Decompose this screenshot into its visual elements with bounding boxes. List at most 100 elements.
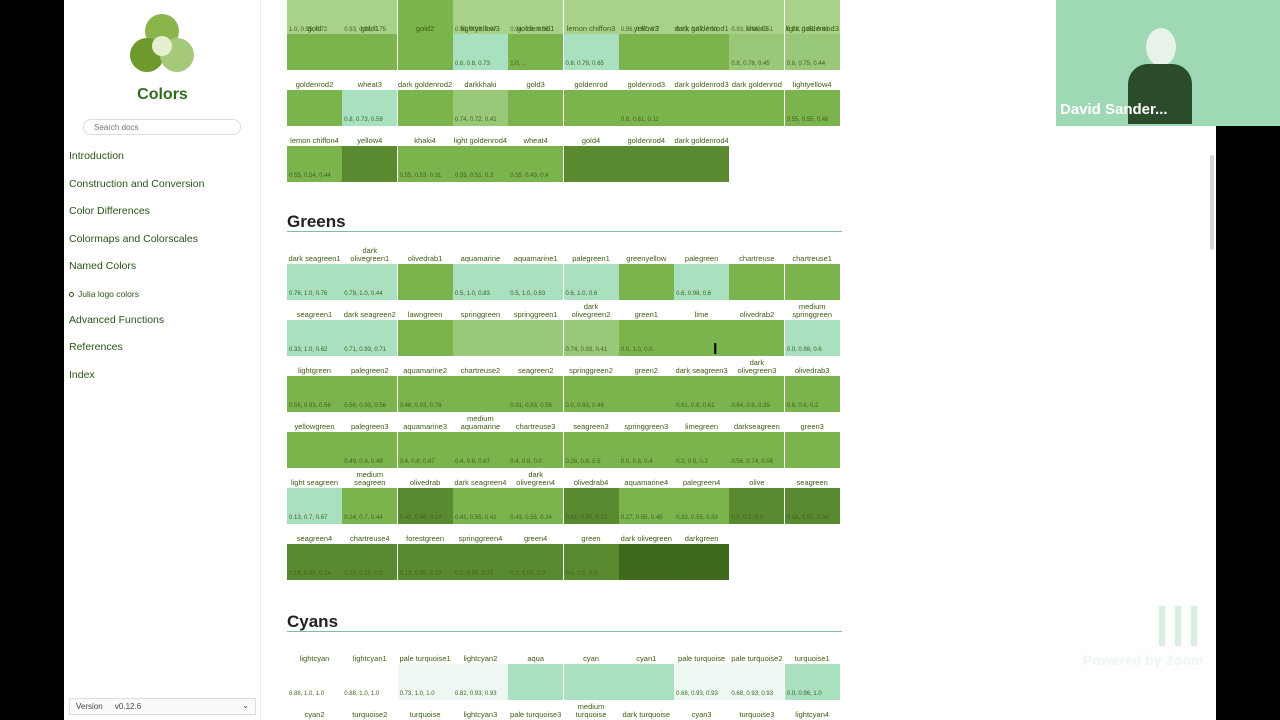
swatch-name: goldenrod1: [516, 23, 555, 33]
swatch-name: dark olivegreen: [620, 533, 672, 543]
sidebar-item-label: Introduction: [69, 150, 124, 162]
swatch-color-box: [397, 34, 453, 70]
color-swatch: pale turquoise1 0.73, 1.0, 1.0: [397, 646, 453, 700]
sidebar-item-label: Named Colors: [69, 260, 137, 272]
swatch-color-box: 0.0, 0.55, 0.27: [452, 544, 508, 580]
swatch-name: seagreen3: [573, 421, 609, 431]
page-scrollbar[interactable]: [1210, 155, 1214, 250]
swatch-name: palegreen: [684, 253, 719, 263]
swatch-name: seagreen4: [296, 533, 333, 543]
swatch-name: gold1: [360, 23, 379, 33]
swatch-name: dark seagreen4: [454, 477, 507, 487]
sidebar-item-5[interactable]: Julia logo colors: [64, 281, 261, 307]
color-swatch: goldenrod1 1.0, ...: [508, 16, 564, 70]
swatch-rgb-value: 0.0, 0.96, 1.0: [786, 691, 822, 697]
color-swatch: springgreen1: [508, 302, 564, 356]
swatch-name: pale turquoise2: [731, 653, 783, 663]
swatch-rgb-value: 0.27, 0.55, 0.45: [620, 515, 663, 521]
text-cursor-icon: I: [713, 341, 718, 358]
swatch-color-box: 0.46, 0.93, 0.78: [397, 376, 453, 412]
swatch-color-box: [729, 320, 785, 356]
swatch-rgb-value: 0.56, 0.93, 0.56: [344, 403, 386, 409]
swatch-name: lightcyan3: [463, 709, 498, 719]
swatch-name: aquamarine2: [403, 365, 447, 375]
color-swatch: lightcyan 0.88, 1.0, 1.0: [287, 646, 342, 700]
version-selector[interactable]: Version v0.12.6 ⌄: [69, 698, 256, 715]
swatch-rgb-value: 0.31, 0.93, 0.58: [510, 403, 552, 409]
color-swatch: dark olivegreen1 0.79, 1.0, 0.44: [342, 246, 398, 300]
swatch-name: khaki4: [414, 135, 436, 145]
swatch-color-box: 0.8, 0.79, 0.65: [563, 34, 619, 70]
sidebar-item-3[interactable]: Colormaps and Colorscales: [64, 226, 261, 254]
sidebar-item-6[interactable]: Advanced Functions: [64, 307, 261, 335]
swatch-name: seagreen2: [517, 365, 554, 375]
swatch-rgb-value: 0.0, 1.0, 0.0: [620, 347, 653, 353]
color-swatch: dark goldenrod: [729, 72, 785, 126]
swatch-name: lightyellow3: [461, 23, 500, 33]
swatch-name: light goldenrod3: [785, 23, 839, 33]
swatch-color-box: 0.74, 0.93, 0.41: [563, 320, 619, 356]
sidebar-item-label: References: [69, 341, 123, 353]
swatch-color-box: 0.55, 0.55, 0.48: [784, 90, 840, 126]
color-swatch: palegreen2 0.56, 0.93, 0.56: [342, 358, 398, 412]
colors-logo-icon[interactable]: [130, 14, 194, 76]
swatch-rgb-value: 0.88, 1.0, 1.0: [344, 691, 380, 697]
swatch-color-box: [342, 34, 398, 70]
swatch-name: light goldenrod4: [453, 135, 508, 145]
color-swatch: chartreuse2: [452, 358, 508, 412]
color-swatch: gold1: [342, 16, 398, 70]
swatch-rgb-value: 0.5, 0.5, 0.0: [731, 515, 764, 521]
swatch-color-box: 0.42, 0.56, 0.14: [397, 488, 453, 524]
swatch-color-box: [674, 34, 730, 70]
sidebar-item-4[interactable]: Named Colors: [64, 253, 261, 281]
sidebar-item-1[interactable]: Construction and Conversion: [64, 171, 261, 199]
color-swatch: lime: [674, 302, 730, 356]
color-swatch: springgreen3 0.0, 0.8, 0.4: [618, 414, 674, 468]
site-title[interactable]: Colors: [64, 86, 261, 104]
swatch-color-box: 0.82, 0.93, 0.93: [452, 664, 508, 700]
color-swatch: lemon chiffon4 0.55, 0.54, 0.44: [287, 128, 342, 182]
color-swatch: medium turquoise: [564, 702, 619, 720]
swatch-rgb-value: 0.42, 0.56, 0.14: [399, 515, 442, 521]
sidebar-item-7[interactable]: References: [64, 334, 261, 362]
swatch-name: palegreen4: [682, 477, 721, 487]
color-swatch: aquamarine4 0.27, 0.55, 0.45: [618, 470, 674, 524]
sidebar-item-0[interactable]: Introduction: [64, 143, 261, 171]
swatch-name: springgreen3: [624, 421, 669, 431]
swatch-name: lemon chiffon4: [290, 135, 339, 145]
swatch-color-box: 0.5, 1.0, 0.83: [508, 264, 564, 300]
swatch-rgb-value: 0.4, 0.8, 0.67: [454, 459, 490, 465]
swatch-name: green: [581, 533, 601, 543]
swatch-name: olive: [749, 477, 765, 487]
swatch-color-box: 0.0, 0.96, 1.0: [784, 664, 840, 700]
swatch-color-box: 0.5, 1.0, 0.83: [452, 264, 508, 300]
swatch-name: goldenrod2: [295, 79, 334, 89]
swatch-rgb-value: 0.43, 0.55, 0.24: [510, 515, 552, 521]
color-swatch: olivedrab4 0.41, 0.55, 0.13: [563, 470, 619, 524]
swatch-name: yellowgreen: [294, 421, 335, 431]
swatch-name: medium seagreen: [354, 470, 386, 487]
swatch-color-box: 0.56, 0.74, 0.56: [729, 432, 785, 468]
color-swatch: palegreen3 0.49, 0.8, 0.49: [342, 414, 398, 468]
swatch-name: gold3: [526, 79, 545, 89]
swatch-rgb-value: 0.24, 0.7, 0.44: [344, 515, 383, 521]
color-swatch: green1 0.0, 1.0, 0.0: [618, 302, 674, 356]
swatch-name: lightyellow4: [792, 79, 832, 89]
participant-video-tile[interactable]: David Sander...: [1056, 0, 1280, 126]
color-swatch: light goldenrod3 0.8, 0.75, 0.44: [784, 16, 840, 70]
color-swatch: dark olivegreen 0.33, 0.42, 0.18: [618, 526, 674, 580]
swatch-name: greenyellow: [626, 253, 667, 263]
color-swatch: chartreuse4 0.27, 0.55, 0.0: [342, 526, 398, 580]
swatch-rgb-value: 0.76, 1.0, 0.76: [289, 291, 328, 297]
sidebar-item-8[interactable]: Index: [64, 362, 261, 390]
color-swatch: aquamarine 0.5, 1.0, 0.83: [452, 246, 508, 300]
color-swatch: dark seagreen1 0.76, 1.0, 0.76: [287, 246, 342, 300]
color-swatch: lightyellow4 0.55, 0.55, 0.48: [784, 72, 840, 126]
color-swatch: gold3: [508, 72, 564, 126]
swatch-name: pale turquoise3: [510, 709, 562, 719]
swatch-name: turquoise1: [794, 653, 830, 663]
swatch-rgb-value: 0.55, 0.55, 0.48: [786, 117, 829, 123]
search-input[interactable]: [83, 119, 241, 135]
sidebar-item-2[interactable]: Color Differences: [64, 198, 261, 226]
color-swatch: darkkhaki 0.74, 0.72, 0.42: [452, 72, 508, 126]
